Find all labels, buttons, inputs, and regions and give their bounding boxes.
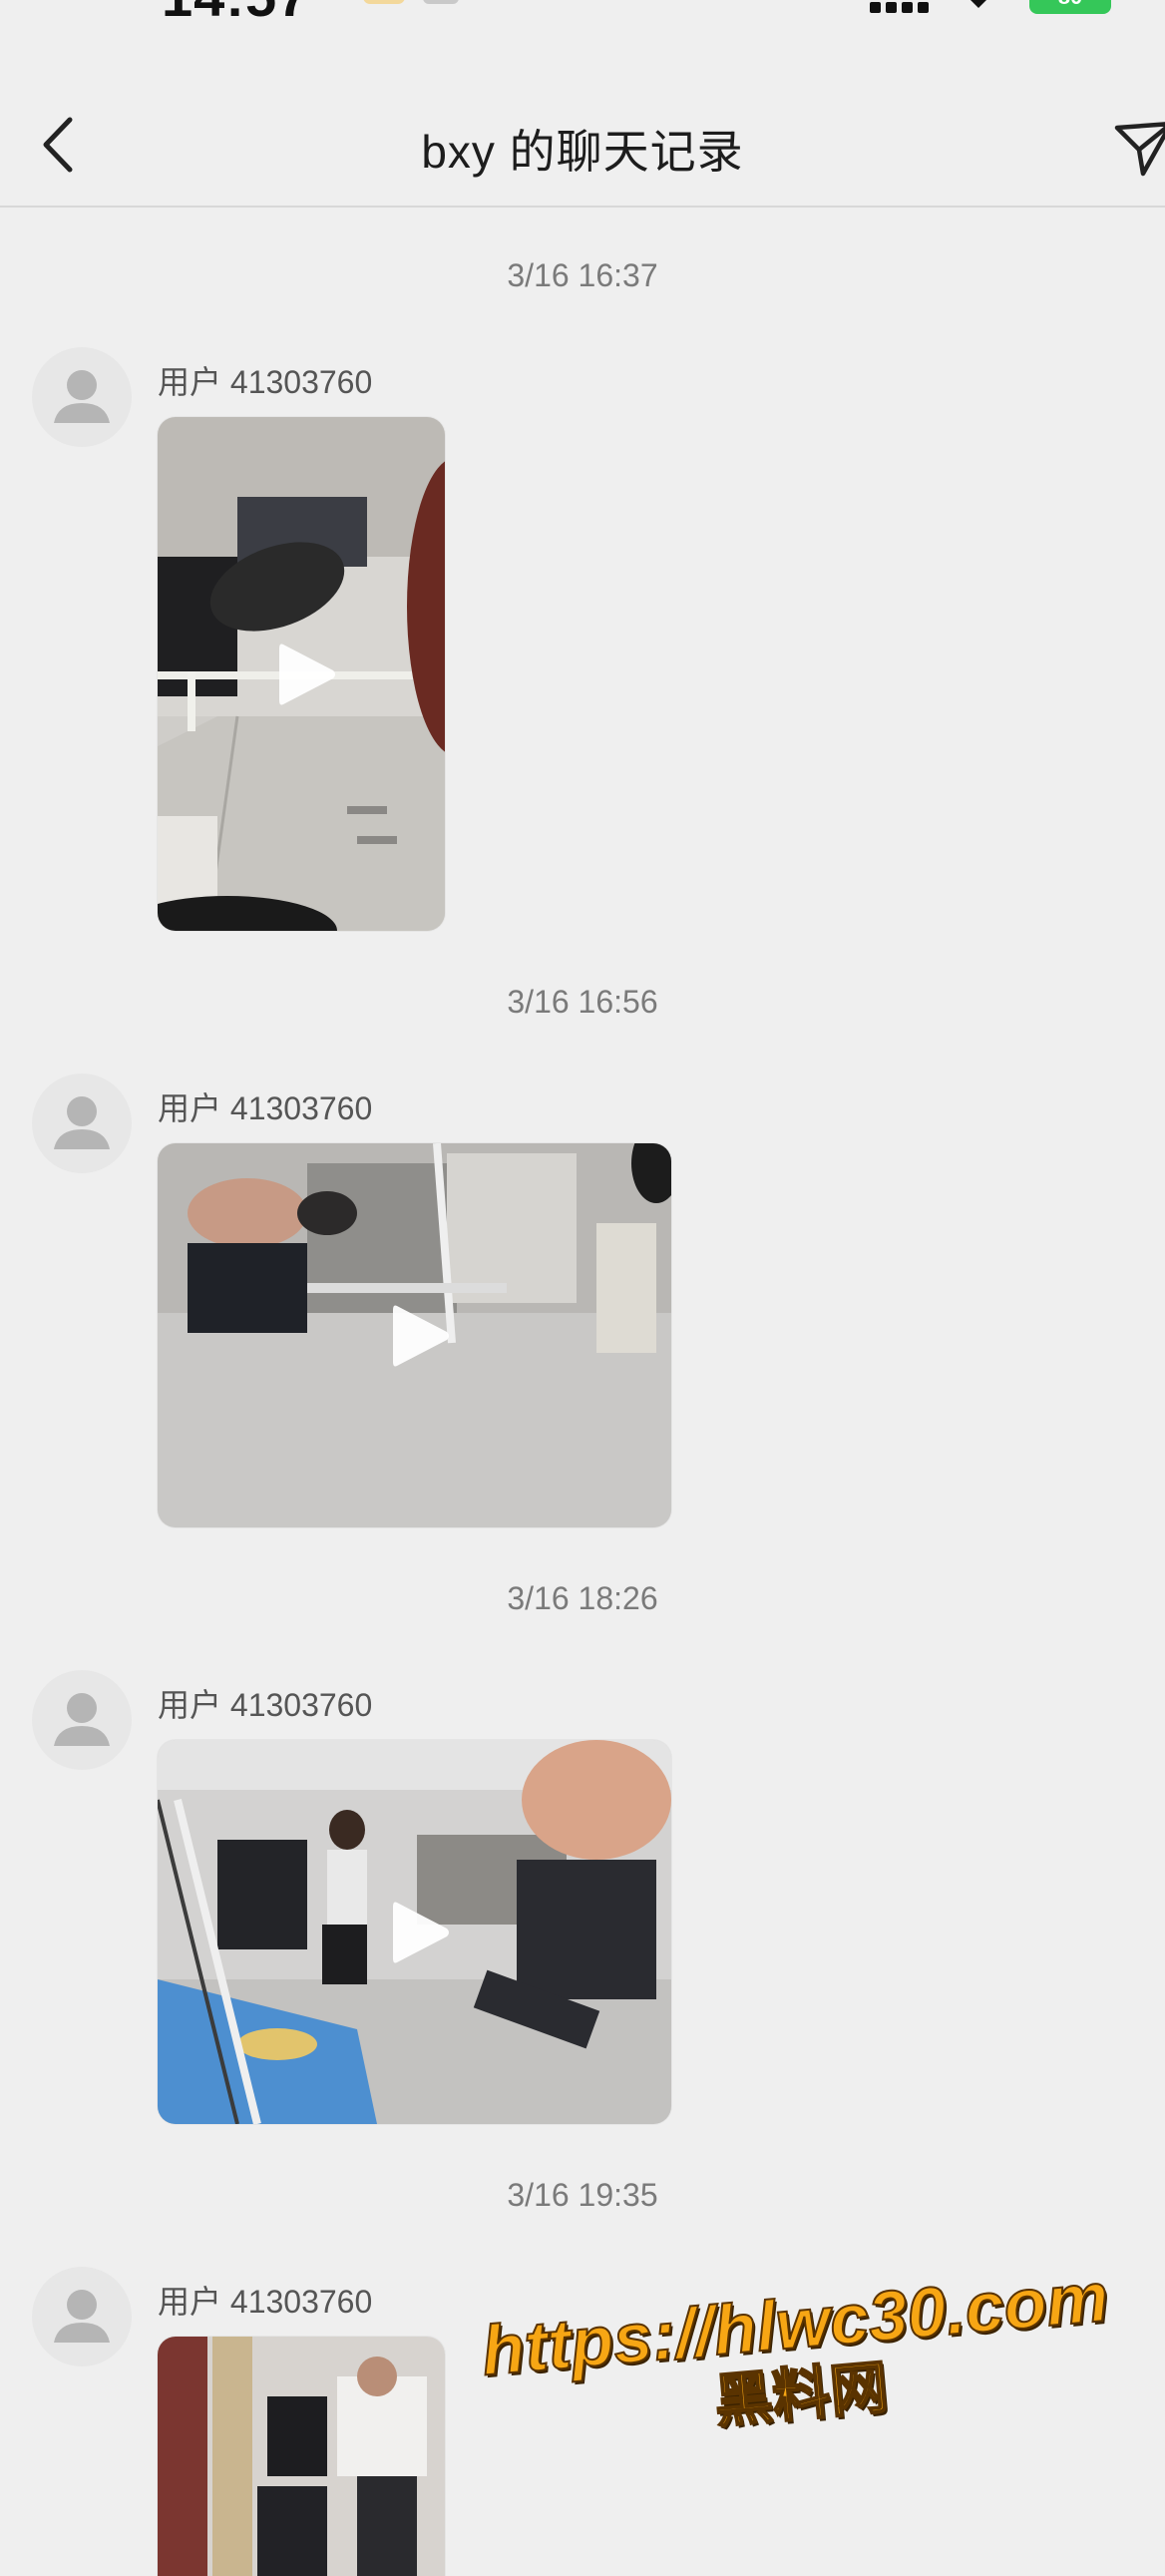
default-user-icon <box>54 2290 110 2343</box>
status-bar: 14:57 80 <box>0 0 1165 40</box>
video-message[interactable] <box>158 1740 671 2124</box>
avatar[interactable] <box>32 347 132 447</box>
play-icon <box>392 1305 449 1366</box>
status-indicator <box>423 0 459 4</box>
status-time: 14:57 <box>162 0 309 29</box>
sender-name: 用户 41303760 <box>158 1090 373 1126</box>
avatar[interactable] <box>32 1073 132 1173</box>
status-indicator <box>363 0 405 4</box>
wifi-icon <box>971 0 986 8</box>
message-timestamp: 3/16 16:37 <box>507 257 658 293</box>
nav-bar: bxy 的聊天记录 <box>0 72 1165 208</box>
signal-icon <box>870 2 929 13</box>
message-timestamp: 3/16 16:56 <box>507 984 658 1020</box>
sender-name: 用户 41303760 <box>158 364 373 400</box>
page-title: bxy 的聊天记录 <box>421 126 744 178</box>
video-thumbnail <box>158 2337 445 2576</box>
play-icon <box>392 1902 449 1962</box>
watermark: https://hlwc30.com 黑料网 <box>434 2254 1162 2459</box>
video-message[interactable] <box>158 417 445 931</box>
video-message[interactable] <box>158 1143 671 1527</box>
video-message[interactable] <box>158 2337 445 2576</box>
message-timestamp: 3/16 19:35 <box>507 2177 658 2213</box>
sender-name: 用户 41303760 <box>158 2284 373 2320</box>
send-button[interactable] <box>1113 118 1165 178</box>
avatar[interactable] <box>32 1670 132 1770</box>
play-icon <box>279 644 335 704</box>
paper-plane-icon <box>1114 122 1165 177</box>
battery-icon: 80 <box>1029 0 1111 14</box>
default-user-icon <box>54 370 110 423</box>
sender-name: 用户 41303760 <box>158 1687 373 1723</box>
avatar[interactable] <box>32 2267 132 2366</box>
message-timestamp: 3/16 18:26 <box>507 1580 658 1616</box>
default-user-icon <box>54 1096 110 1149</box>
default-user-icon <box>54 1693 110 1746</box>
